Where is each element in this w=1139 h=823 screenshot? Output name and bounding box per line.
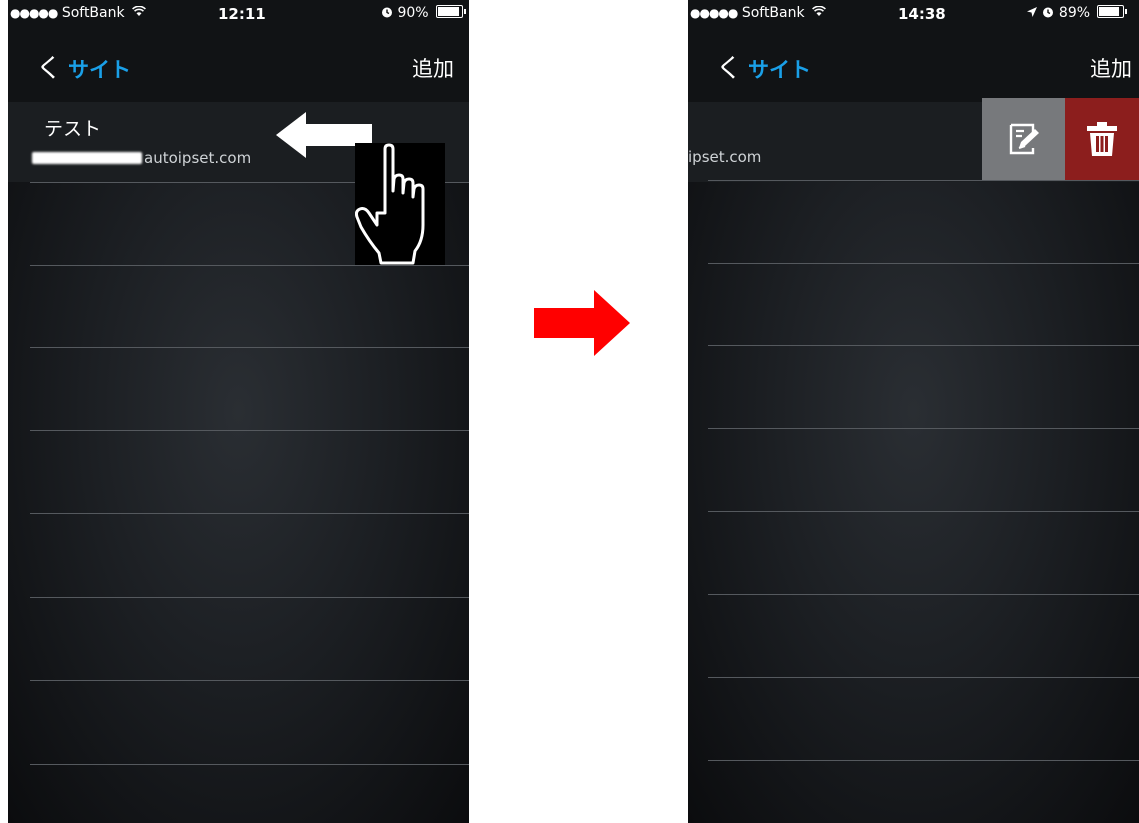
pointing-hand-icon [354,143,445,265]
row-separator [30,597,469,598]
back-button[interactable]: くサイト [716,50,811,88]
add-button[interactable]: 追加 [1090,50,1132,88]
battery-icon [1097,5,1128,18]
status-right: 90% [381,5,467,21]
location-arrow-icon [1026,5,1042,21]
carrier-info: ●●●●● SoftBank [690,5,827,21]
row-separator [30,347,469,348]
site-url: autoipset.com [32,149,251,167]
signal-strength-icon: ●●●●● [10,6,58,20]
before-screen: ●●●●● SoftBank 12:11 90% くサイト 追加 テスト aut… [8,0,469,823]
carrier-name: SoftBank [61,5,125,21]
row-separator [708,594,1139,595]
row-separator [30,513,469,514]
row-separator [708,180,1139,181]
chevron-left-icon: く [716,54,743,84]
site-title: テスト [44,118,102,140]
row-separator [30,430,469,431]
status-time: 12:11 [218,5,266,23]
add-button[interactable]: 追加 [412,50,454,88]
alarm-icon [381,5,397,21]
row-separator [30,680,469,681]
delete-button[interactable] [1065,98,1139,180]
alarm-icon [1042,5,1058,21]
row-separator [708,760,1139,761]
status-bar: ●●●●● SoftBank 14:38 89% [688,0,1139,40]
right-arrow-icon [534,290,630,356]
carrier-name: SoftBank [741,5,805,21]
back-label: サイト [748,58,812,82]
row-separator [30,265,469,266]
battery-icon [436,5,467,18]
site-url-text: autoipset.com [144,149,252,167]
status-bar: ●●●●● SoftBank 12:11 90% [8,0,469,40]
redacted-region [32,152,142,164]
site-url: ipset.com [688,148,762,166]
row-separator [708,263,1139,264]
wifi-icon [132,5,147,21]
row-separator [708,428,1139,429]
navigation-bar: くサイト 追加 [8,40,469,102]
row-separator [30,764,469,765]
wifi-icon [812,5,827,21]
status-right: 89% [1026,5,1128,21]
edit-icon [1009,123,1039,155]
back-button[interactable]: くサイト [36,50,131,88]
tutorial-illustration: ●●●●● SoftBank 12:11 90% くサイト 追加 テスト aut… [0,0,1139,823]
navigation-bar: くサイト 追加 [688,40,1139,102]
back-label: サイト [68,58,132,82]
row-separator [708,677,1139,678]
trash-icon [1087,122,1117,156]
edit-button[interactable] [982,98,1065,180]
row-separator [708,511,1139,512]
row-separator [708,345,1139,346]
signal-strength-icon: ●●●●● [690,6,738,20]
status-time: 14:38 [898,5,946,23]
chevron-left-icon: く [36,54,63,84]
after-screen: ●●●●● SoftBank 14:38 89% くサイト 追加 ipset.c… [688,0,1139,823]
carrier-info: ●●●●● SoftBank [10,5,147,21]
battery-percent: 90% [397,5,429,21]
battery-percent: 89% [1058,5,1091,21]
